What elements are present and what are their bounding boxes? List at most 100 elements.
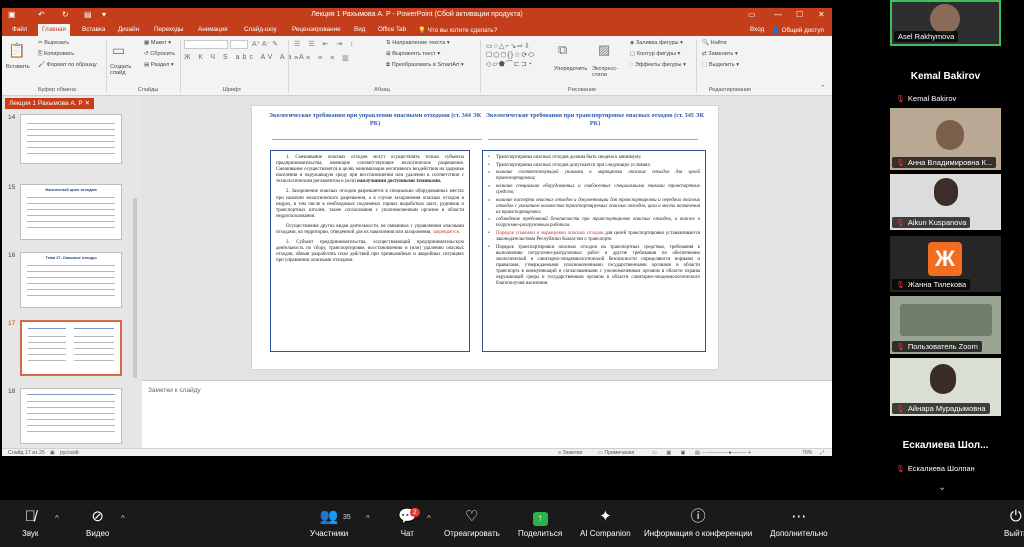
- shape-effects-button[interactable]: ◌ Эффекты фигуры ▾: [630, 62, 686, 68]
- tab-file[interactable]: Файл: [12, 26, 27, 33]
- quick-styles-button[interactable]: Экспресс-стили: [592, 66, 626, 78]
- minimize-icon[interactable]: —: [774, 10, 782, 19]
- slide-thumbnail-17[interactable]: [20, 320, 122, 376]
- slide-thumbnail-18[interactable]: [20, 388, 122, 444]
- share-link[interactable]: 👤 Общий доступ: [772, 26, 824, 34]
- participant-name-tag: 🎙︎ Жанна Тилекова: [892, 279, 971, 290]
- more-button[interactable]: ⋯ Дополнительно: [770, 508, 828, 538]
- video-button[interactable]: ⊘ Видео: [86, 508, 109, 538]
- fit-slide-icon[interactable]: ⤢: [820, 450, 824, 456]
- slide-thumbnail-14[interactable]: [20, 114, 122, 164]
- participant-tile-active[interactable]: Asel Rakhymova: [890, 0, 1001, 46]
- participant-tile[interactable]: 🎙︎ Пользователь Zoom: [890, 296, 1001, 354]
- group-clipboard-label: Буфер обмена: [37, 87, 76, 93]
- left-text-box[interactable]: 1. Смешивание опасных отходов могут осущ…: [270, 150, 470, 352]
- font-size-dropdown[interactable]: [230, 40, 248, 49]
- chat-options-caret[interactable]: ^: [427, 514, 431, 523]
- notes-toggle[interactable]: ≡ Заметки: [558, 450, 582, 456]
- spellcheck-icon[interactable]: ▣: [50, 450, 55, 456]
- align-text-button[interactable]: ⊞ Выровнять текст ▾: [386, 51, 440, 57]
- left-paragraph-4: 3. Субъект предпринимательства, осуществ…: [276, 240, 464, 264]
- new-slide-icon[interactable]: ▭: [112, 42, 125, 59]
- font-grow-shrink-icons[interactable]: A⁺ A⁻ ✎: [252, 40, 278, 48]
- smartart-button[interactable]: ⧉ Преобразовать в SmartArt ▾: [386, 62, 464, 69]
- participant-tile[interactable]: 🎙︎ Aikun Kuspanova: [890, 174, 1001, 230]
- arrange-icon[interactable]: ⧉: [558, 42, 567, 58]
- participant-name: Жанна Тилекова: [907, 280, 967, 289]
- language-indicator[interactable]: русский: [60, 450, 79, 456]
- shape-fill-button[interactable]: ◈ Заливка фигуры ▾: [630, 40, 683, 46]
- ribbon-options-icon[interactable]: ▭: [748, 10, 756, 19]
- participants-button[interactable]: 👥 Участники: [310, 508, 348, 538]
- tab-design[interactable]: Дизайн: [118, 26, 139, 33]
- ribbon-separator: [696, 40, 697, 92]
- select-button[interactable]: ⬚ Выделить ▾: [702, 62, 739, 68]
- share-label: Поделиться: [518, 529, 563, 538]
- participants-count: 35: [343, 514, 351, 521]
- slide-thumbnail-15[interactable]: Жизненный цикл отходов: [20, 184, 122, 240]
- comments-toggle[interactable]: ▭ Примечания: [598, 450, 634, 456]
- thumbnail-scrollbar[interactable]: [133, 198, 137, 378]
- tab-slideshow[interactable]: Слайд-шоу: [244, 26, 277, 33]
- text-direction-button[interactable]: ⇅ Направление текста ▾: [386, 40, 450, 46]
- paste-icon[interactable]: 📋: [8, 42, 25, 59]
- quick-styles-icon[interactable]: ▨: [598, 42, 610, 58]
- zoom-slider[interactable]: − ──────●──── +: [702, 450, 751, 456]
- tab-animations[interactable]: Анимация: [198, 26, 228, 33]
- participant-tile[interactable]: 🎙︎ Ескалиева Шолпан: [890, 462, 1001, 474]
- current-slide[interactable]: Экологические требования при управлении …: [252, 106, 718, 369]
- tell-me-search[interactable]: 💡 Что вы хотите сделать?: [418, 26, 497, 34]
- find-button[interactable]: 🔍 Найти: [702, 40, 727, 46]
- audio-button[interactable]: 🎙̸ Звук: [22, 508, 38, 538]
- close-icon[interactable]: ✕: [818, 10, 825, 19]
- shape-outline-button[interactable]: ▢ Контур фигуры ▾: [630, 51, 680, 57]
- participant-tile[interactable]: 🎙︎ Kemal Bakirov: [890, 92, 1001, 104]
- section-button[interactable]: ▤ Раздел ▾: [144, 62, 174, 68]
- participant-tile[interactable]: Ж 🎙︎ Жанна Тилекова: [890, 236, 1001, 292]
- reset-button[interactable]: ↺ Сбросить: [144, 51, 175, 57]
- arrange-button[interactable]: Упорядочить: [554, 66, 587, 72]
- signin-link[interactable]: Вход: [750, 26, 764, 33]
- video-options-caret[interactable]: ^: [121, 514, 125, 523]
- cut-button[interactable]: ✂ Вырезать: [38, 40, 69, 46]
- react-button[interactable]: ♡ Отреагировать: [444, 508, 500, 538]
- thumbnail-number: 16: [8, 252, 16, 259]
- collapse-ribbon-icon[interactable]: ⌃: [820, 84, 826, 92]
- format-painter-button[interactable]: 🖌 Формат по образцу: [38, 62, 97, 68]
- copy-button[interactable]: ⎘ Копировать: [38, 51, 74, 58]
- participant-name-tag: 🎙︎ Kemal Bakirov: [892, 93, 961, 104]
- tab-home[interactable]: Главная: [38, 24, 70, 36]
- scroll-down-icon[interactable]: ⌄: [938, 482, 946, 493]
- meeting-info-button[interactable]: ⓘ Информация о конференции: [644, 508, 752, 538]
- maximize-icon[interactable]: ☐: [796, 10, 803, 19]
- tab-view[interactable]: Вид: [354, 26, 365, 33]
- tab-insert[interactable]: Вставка: [82, 26, 105, 33]
- participant-tile[interactable]: 🎙︎ Айнара Мурадымовна: [890, 358, 1001, 416]
- share-screen-button[interactable]: ↑ Поделиться: [518, 508, 562, 538]
- tab-office-tab[interactable]: Office Tab: [378, 26, 406, 33]
- ribbon-separator: [180, 40, 181, 92]
- tab-transitions[interactable]: Переходы: [154, 26, 184, 33]
- mic-muted-icon: 🎙︎: [896, 160, 905, 167]
- right-text-box[interactable]: • Транспортировка опасных отходов должна …: [482, 150, 706, 352]
- view-buttons[interactable]: ▭ ▦ ▣ ▤: [652, 450, 704, 456]
- presentation-tab[interactable]: Лекция 1 Рахымова А. Р ✕: [5, 98, 94, 109]
- zoom-level[interactable]: 70%: [802, 450, 812, 456]
- paste-button[interactable]: Вставить: [6, 64, 30, 70]
- font-name-dropdown[interactable]: [184, 40, 228, 49]
- leave-button[interactable]: ⏻ Выйти: [1004, 508, 1024, 538]
- shapes-gallery[interactable]: ▭○△⌐↘⇨⇩ ☐⬠⬡{}☆⟳⬭ ◇▱⬟⌒⊏⊐◔: [486, 42, 554, 72]
- ai-companion-button[interactable]: ✦ AI Companion: [580, 508, 631, 538]
- layout-button[interactable]: ▦ Макет ▾: [144, 40, 171, 46]
- align-buttons[interactable]: ≡ ≡ ≡ ≡ ▥: [294, 54, 352, 62]
- tell-me-label: Что вы хотите сделать?: [427, 27, 498, 34]
- slide-thumbnail-16[interactable]: Тема 17. Опасные отходы: [20, 252, 122, 308]
- notes-pane[interactable]: Заметки к слайду: [142, 380, 832, 448]
- participant-tile[interactable]: 🎙︎ Анна Владимировна К...: [890, 108, 1001, 170]
- list-buttons[interactable]: ☰ ☰ ⇤ ⇥ ↕: [294, 40, 357, 48]
- audio-options-caret[interactable]: ^: [55, 514, 59, 523]
- tab-review[interactable]: Рецензирование: [292, 26, 341, 33]
- replace-button[interactable]: ⇄ Заменить ▾: [702, 51, 738, 57]
- participants-options-caret[interactable]: ^: [366, 514, 370, 523]
- new-slide-button[interactable]: Создать слайд: [110, 64, 138, 76]
